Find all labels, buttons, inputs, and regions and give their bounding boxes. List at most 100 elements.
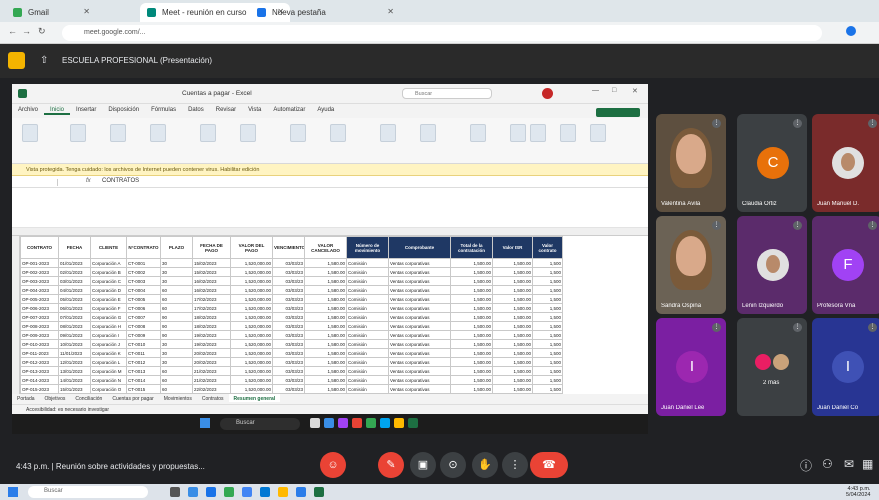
table-cell[interactable]: 18/02/2023 bbox=[192, 312, 231, 322]
table-cell[interactable]: 1,580.00 bbox=[304, 312, 347, 322]
table-cell[interactable]: 20/02/2023 bbox=[192, 357, 231, 367]
table-cell[interactable]: OP-014-2023 bbox=[20, 375, 59, 385]
table-cell[interactable]: Corporación C bbox=[90, 276, 127, 286]
reactions-button[interactable]: ☺ bbox=[320, 452, 346, 478]
table-row[interactable]: OP-006-2023 06/01/2023 Corporación F CT-000… bbox=[20, 303, 563, 313]
os-start-icon[interactable] bbox=[8, 487, 18, 497]
table-cell[interactable]: 21/02/2023 bbox=[192, 366, 231, 376]
table-cell[interactable]: 10/01/2023 bbox=[58, 339, 91, 349]
table-cell[interactable]: CT-0012 bbox=[126, 357, 161, 367]
table-cell[interactable]: 17/02/2023 bbox=[192, 294, 231, 304]
table-cell[interactable]: 03/03/23 bbox=[272, 294, 305, 304]
table-cell[interactable]: 17/02/2023 bbox=[192, 303, 231, 313]
table-row[interactable]: OP-009-2023 09/01/2023 Corporación I CT-000… bbox=[20, 330, 563, 340]
column-header[interactable]: FECHA DE PAGO bbox=[192, 236, 231, 259]
participant-tile[interactable]: I ⋮ Juan Daniel Co bbox=[812, 318, 879, 416]
ribbon-tab[interactable]: Inicio bbox=[44, 104, 71, 115]
table-cell[interactable]: 1,520,000.00 bbox=[230, 357, 273, 367]
table-cell[interactable]: 1,500.00 bbox=[492, 267, 533, 277]
os-app-icon[interactable] bbox=[296, 487, 306, 497]
ribbon-tab[interactable]: Ayuda bbox=[311, 104, 340, 113]
table-cell[interactable]: Corporación B bbox=[90, 267, 127, 277]
table-cell[interactable]: 60 bbox=[160, 384, 193, 394]
participant-tile[interactable]: ⋮ Valentina Ávila bbox=[656, 114, 726, 212]
table-cell[interactable]: 03/03/23 bbox=[272, 375, 305, 385]
table-cell[interactable]: 1,520,000.00 bbox=[230, 312, 273, 322]
ribbon-button[interactable] bbox=[560, 124, 576, 142]
table-cell[interactable]: 1,580.00 bbox=[304, 294, 347, 304]
table-cell[interactable]: 03/03/23 bbox=[272, 330, 305, 340]
table-cell[interactable]: 1,500.00 bbox=[450, 348, 493, 358]
table-cell[interactable]: 1,500.00 bbox=[492, 294, 533, 304]
ribbon-tab[interactable]: Vista bbox=[242, 104, 267, 113]
table-cell[interactable]: 11/01/2023 bbox=[58, 348, 91, 358]
table-cell[interactable]: CT-0003 bbox=[126, 276, 161, 286]
participant-tile[interactable]: I ⋮ Juan Daniel Lee bbox=[656, 318, 726, 416]
table-cell[interactable]: Comisión bbox=[346, 384, 389, 394]
table-cell[interactable]: 90 bbox=[160, 330, 193, 340]
table-cell[interactable]: 1,520,000.00 bbox=[230, 285, 273, 295]
ribbon-button[interactable] bbox=[240, 124, 256, 142]
table-cell[interactable]: Ventas corporativas bbox=[388, 375, 451, 385]
table-row[interactable]: OP-004-2023 04/01/2023 Corporación D CT-000… bbox=[20, 285, 563, 295]
ribbon-tab[interactable]: Datos bbox=[182, 104, 210, 113]
close-icon[interactable]: ✕ bbox=[632, 87, 638, 95]
sheet-tab[interactable]: Conciliación bbox=[70, 394, 107, 402]
table-cell[interactable]: Ventas corporativas bbox=[388, 267, 451, 277]
ribbon-tab[interactable]: Archivo bbox=[12, 104, 44, 113]
table-cell[interactable]: 03/03/23 bbox=[272, 357, 305, 367]
column-header[interactable]: Número de movimiento bbox=[346, 236, 389, 259]
table-cell[interactable]: 20/02/2023 bbox=[192, 348, 231, 358]
minimize-icon[interactable]: — bbox=[592, 87, 599, 94]
table-cell[interactable]: Corporación K bbox=[90, 348, 127, 358]
os-app-icon[interactable] bbox=[314, 487, 324, 497]
table-cell[interactable]: OP-007-2023 bbox=[20, 312, 59, 322]
table-row[interactable]: OP-012-2023 12/01/2023 Corporación L CT-001… bbox=[20, 357, 563, 367]
table-cell[interactable]: 1,500 bbox=[532, 285, 563, 295]
table-cell[interactable]: 1,580.00 bbox=[304, 348, 347, 358]
table-cell[interactable]: Corporación O bbox=[90, 384, 127, 394]
table-cell[interactable]: 1,580.00 bbox=[304, 375, 347, 385]
table-cell[interactable]: 03/03/23 bbox=[272, 258, 305, 268]
table-cell[interactable]: 1,500.00 bbox=[450, 357, 493, 367]
chat-icon[interactable]: ✉ bbox=[844, 457, 854, 471]
ribbon-button[interactable] bbox=[510, 124, 526, 142]
column-header[interactable]: Valor ISR bbox=[492, 236, 533, 259]
sheet-tab[interactable]: Objetivos bbox=[40, 394, 71, 402]
column-header[interactable]: VALOR DEL PAGO bbox=[230, 236, 273, 259]
participant-tile[interactable]: F ⋮ Profesora Vna bbox=[812, 216, 879, 314]
table-cell[interactable]: 60 bbox=[160, 303, 193, 313]
tab-close-icon[interactable]: ✕ bbox=[83, 7, 90, 16]
table-cell[interactable]: 1,500 bbox=[532, 321, 563, 331]
table-row[interactable]: OP-014-2023 14/01/2023 Corporación N CT-001… bbox=[20, 375, 563, 385]
table-cell[interactable]: 1,520,000.00 bbox=[230, 321, 273, 331]
table-cell[interactable]: Comisión bbox=[346, 294, 389, 304]
table-cell[interactable]: Ventas corporativas bbox=[388, 357, 451, 367]
table-cell[interactable]: Corporación N bbox=[90, 375, 127, 385]
table-cell[interactable]: 08/01/2023 bbox=[58, 321, 91, 331]
sheet-tab[interactable]: Portada bbox=[12, 394, 40, 402]
table-cell[interactable]: Corporación D bbox=[90, 285, 127, 295]
table-row[interactable]: OP-005-2023 05/01/2023 Corporación E CT-000… bbox=[20, 294, 563, 304]
table-cell[interactable]: CT-0001 bbox=[126, 258, 161, 268]
table-cell[interactable]: Ventas corporativas bbox=[388, 330, 451, 340]
table-cell[interactable]: 1,500.00 bbox=[492, 321, 533, 331]
table-cell[interactable]: 02/01/2023 bbox=[58, 267, 91, 277]
os-app-icon[interactable] bbox=[242, 487, 252, 497]
browser-tab[interactable]: Nueva pestaña ✕ bbox=[250, 3, 400, 22]
table-cell[interactable]: 15/01/2023 bbox=[58, 384, 91, 394]
table-cell[interactable]: Ventas corporativas bbox=[388, 384, 451, 394]
table-cell[interactable]: 1,580.00 bbox=[304, 330, 347, 340]
table-cell[interactable]: 16/02/2023 bbox=[192, 276, 231, 286]
table-cell[interactable]: Ventas corporativas bbox=[388, 258, 451, 268]
table-cell[interactable]: CT-0004 bbox=[126, 285, 161, 295]
table-cell[interactable]: 1,580.00 bbox=[304, 321, 347, 331]
ribbon-tab[interactable]: Disposición bbox=[102, 104, 145, 113]
table-cell[interactable]: Comisión bbox=[346, 375, 389, 385]
table-cell[interactable]: Ventas corporativas bbox=[388, 285, 451, 295]
table-row[interactable]: OP-007-2023 07/01/2023 Corporación G CT-000… bbox=[20, 312, 563, 322]
table-cell[interactable]: 19/02/2023 bbox=[192, 330, 231, 340]
table-row[interactable]: OP-002-2023 02/01/2023 Corporación B CT-000… bbox=[20, 267, 563, 277]
table-cell[interactable]: 1,500.00 bbox=[492, 303, 533, 313]
table-cell[interactable]: 1,580.00 bbox=[304, 303, 347, 313]
